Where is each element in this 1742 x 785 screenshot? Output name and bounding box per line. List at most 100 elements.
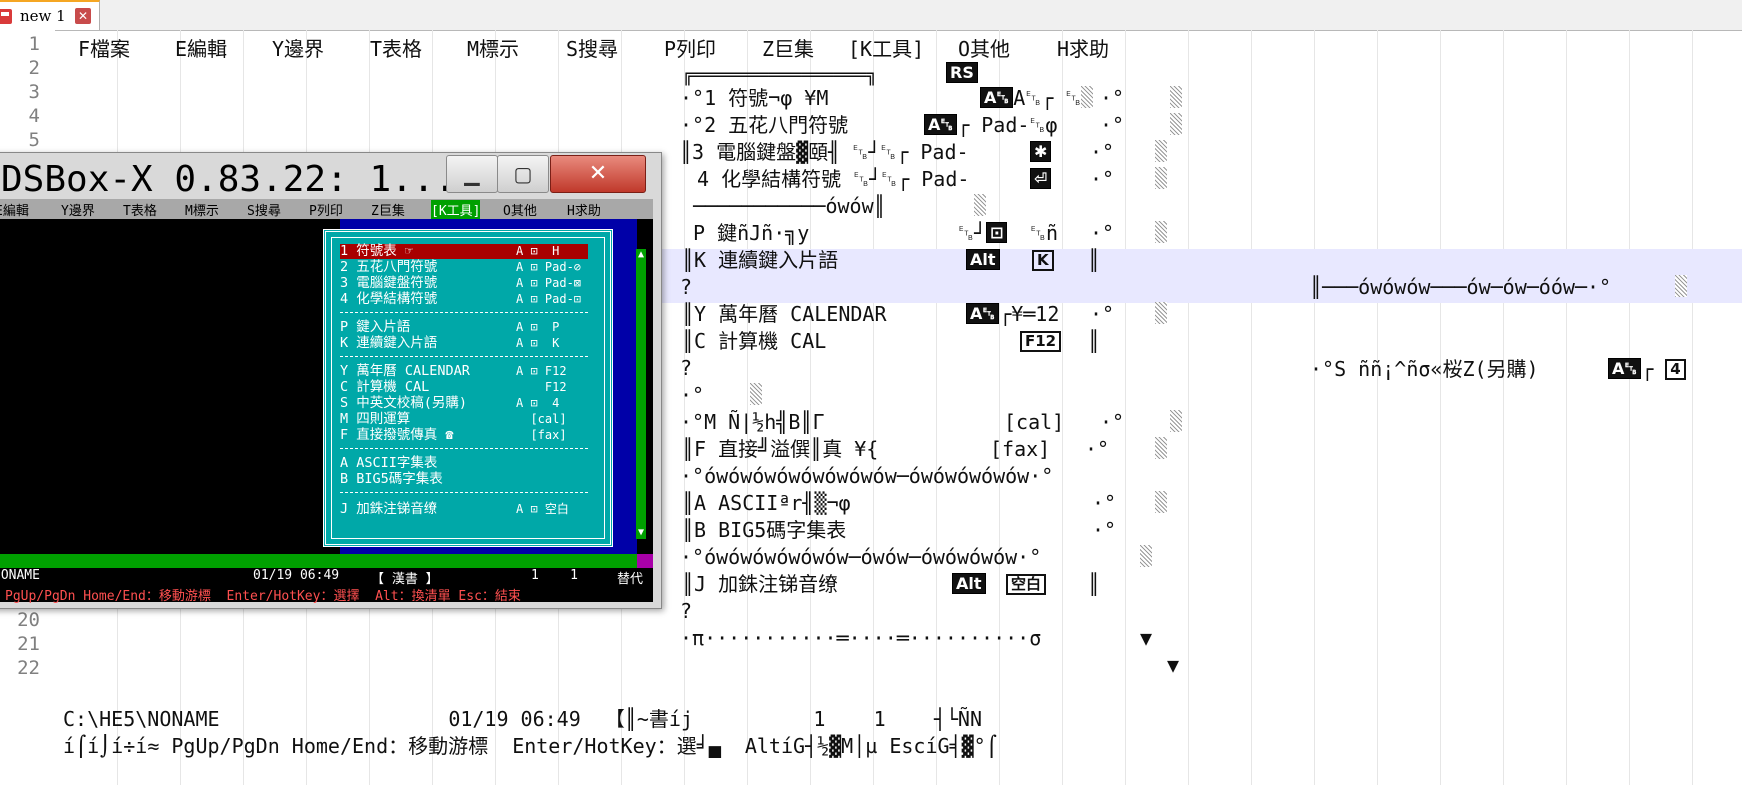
unsaved-file-icon [0,9,12,24]
editor-line: ·°1 符號¬φ ¥M [680,86,829,110]
line-number: 4 [28,105,40,127]
a-key-badge: A␗ [980,87,1014,108]
dos-menu-item[interactable]: P列印 [309,200,343,219]
dos-menu-item[interactable]: H求助 [567,200,601,219]
row-marker: ·° [1090,140,1115,164]
dos-menu-item[interactable]: Y邊界 [61,200,95,219]
dos-screen[interactable]: E編輯 Y邊界 T表格 M標示 S搜尋 P列印 Z巨集 [K工具] O其他 H求… [0,199,653,604]
box-top-border: ╔════════════════╗ [682,65,878,86]
dos-list-item[interactable]: Y 萬年曆 CALENDAR [340,364,470,379]
editor-line: ·° [680,383,705,407]
dos-menu-item[interactable]: Z巨集 [371,200,405,219]
key-text: ␗ñ [1030,221,1059,245]
minimize-button[interactable]: ▁ [446,155,498,193]
shade-column [1675,275,1687,299]
line-number: 3 [28,81,40,103]
menu-text: O其他 [958,37,1011,61]
shade-column [1155,140,1167,164]
dos-list-item[interactable]: 3 電腦鍵盤符號 [340,276,437,291]
shade-column [1155,491,1167,515]
dos-list-item[interactable]: P 鍵入片語 [340,320,410,335]
key-indicator: A␗ ┌ Pad-␗φ [924,113,1057,137]
key-text: [cal] [1004,410,1065,434]
line-number: 5 [28,129,40,151]
editor-line: P 鍵ñJñ·╗y [693,221,810,245]
key-text: ┌¥═12 [999,302,1060,326]
shade-column [1170,410,1182,434]
line-number: 1 [28,33,40,55]
maximize-button[interactable]: ▢ [497,155,549,193]
dos-menu-item-tools[interactable]: [K工具] [431,200,481,219]
scroll-up-icon[interactable]: ▲ [636,249,646,261]
dos-item-keys: A ⊡ F12 [516,364,567,378]
f12-key-label: F12 [1020,331,1062,352]
key-text: [fax] [990,437,1051,461]
shade-block [1081,86,1094,108]
menu-text: Z巨集 [762,37,815,61]
editor-line: ·°2 五花八門符號 [680,113,849,137]
shade-column [1155,167,1167,191]
dos-list-item[interactable]: 2 五花八門符號 [340,260,437,275]
pad-key-badge: ⏎ [1030,168,1052,189]
tab-close-icon[interactable]: ✕ [75,8,91,24]
dos-green-bar [0,554,653,568]
editor-line: ·°S ññ¡^ñσ«桜Z(另購) [1310,357,1539,381]
separator [340,448,588,449]
dos-menu-item[interactable]: E編輯 [0,200,29,219]
minimize-icon: ▁ [464,162,480,186]
alt-key-badge: Alt [952,572,986,596]
tab-new-1[interactable]: new 1 ✕ [0,0,100,30]
dos-help-bar: PgUp/PgDn Home/End：移動游標 Enter/HotKey：選擇 … [0,585,653,604]
scroll-down-icon[interactable]: ▼ [636,527,646,539]
row-marker: ·° [1100,86,1125,110]
editor-line: 4 化學結構符號 ␗┘␗┌ Pad- [697,167,970,191]
down-arrow-icon: ▼ [1167,653,1180,677]
key-text: ┌ [1641,357,1666,381]
dos-list-item[interactable]: A ASCII字集表 [340,456,437,471]
dos-menu-item[interactable]: T表格 [123,200,157,219]
box-edge: ║ [1088,248,1101,272]
rs-badge: RS [946,61,978,85]
editor-line: ║F 直接╝溢僎║真 ¥{ [682,437,879,461]
dos-item-keys: A ⊡ H [516,244,560,258]
editor-line: ? [680,356,693,380]
dos-item-keys: A ⊡ Pad-⊡ [516,292,582,306]
dos-list-item[interactable]: M 四則運算 [340,412,410,427]
dos-list-item[interactable]: S 中英文校稿(另購) [340,396,467,411]
dos-list-item[interactable]: J 加銖注锑音缭 [340,502,437,517]
dos-magenta-block [637,554,653,568]
editor-line: ? [680,275,693,299]
row-marker: ·° [1092,491,1117,515]
key-indicator: A␗ A␗┌ ␗ [980,86,1094,110]
editor-line: ───────────ówów║ [693,194,886,218]
dos-list-item[interactable]: C 計算機 CAL [340,380,429,395]
row-marker: ·° [1092,518,1117,542]
box-edge: ║ [1088,572,1101,596]
space-key-label: 空白 [1006,574,1047,595]
editor-line: ║J 加銖注锑音缭 [682,572,839,596]
line-number: 2 [28,57,40,79]
dos-list-item[interactable]: B BIG5碼字集表 [340,472,443,487]
maximize-icon: ▢ [513,162,533,186]
row-marker: ·° [1090,302,1115,326]
tab-label: new 1 [20,7,66,25]
shade-column [1155,221,1167,245]
editor-line: ║───ówówów───ów─ów─óów─·° [1310,275,1612,299]
alt-key-label: Alt [952,573,986,594]
key-indicator: ⏎ [1030,167,1052,191]
dos-menu-item[interactable]: O其他 [503,200,537,219]
dos-item-keys: [cal] [516,412,567,426]
shade-column [750,383,762,407]
editor-line: ║K 連續鍵入片語 [682,248,839,272]
dos-menu-item[interactable]: M標示 [185,200,219,219]
close-button[interactable]: ✕ [550,155,646,193]
dos-scrollbar[interactable]: ▲ ▼ [636,249,646,539]
dosbox-window[interactable]: DSBox-X 0.83.22: 1... ▁ ▢ ✕ E編輯 Y邊界 T表格 … [0,152,662,609]
tools-dropdown-panel: 1 符號表 ☞ A ⊡ H 2 五花八門符號 A ⊡ Pad-⊘ 3 電腦鍵盤符… [323,229,613,547]
dos-list-item[interactable]: K 連續鍵入片語 [340,336,437,351]
dos-list-item[interactable]: F 直接撥號傳真 ☎ [340,428,454,443]
key-indicator: A␗ ┌¥═12 [966,302,1059,326]
dos-list-item[interactable]: 4 化學結構符號 [340,292,437,307]
dos-menu-item[interactable]: S搜尋 [247,200,281,219]
a-key-badge: A␗ [924,114,958,135]
